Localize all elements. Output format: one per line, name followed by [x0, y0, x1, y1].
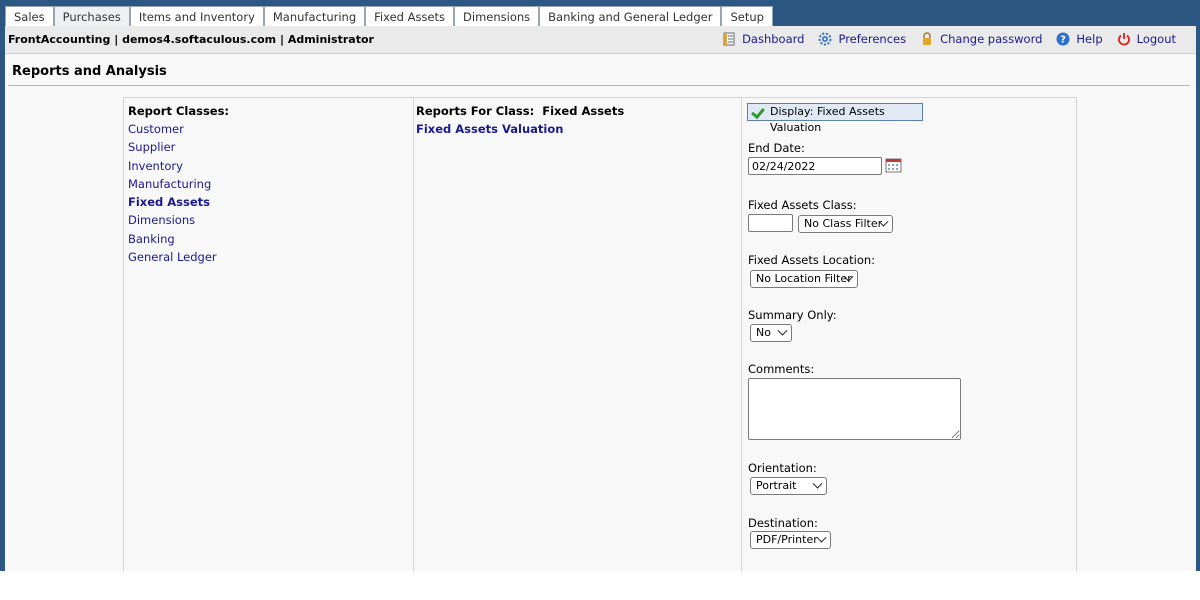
- svg-text:?: ?: [1061, 35, 1067, 46]
- dashboard-icon: [723, 32, 735, 46]
- help-label: Help: [1076, 32, 1103, 46]
- end-date-label: End Date:: [748, 141, 805, 155]
- company-info: FrontAccounting | demos4.softaculous.com…: [8, 33, 374, 46]
- class-banking[interactable]: Banking: [128, 230, 217, 248]
- report-classes-heading: Report Classes:: [128, 104, 230, 118]
- tab-items-and-inventory[interactable]: Items and Inventory: [129, 6, 264, 26]
- class-dimensions[interactable]: Dimensions: [128, 211, 217, 229]
- preferences-label: Preferences: [838, 32, 907, 46]
- dashboard-link[interactable]: Dashboard: [722, 32, 804, 46]
- logout-link[interactable]: Logout: [1117, 32, 1176, 46]
- class-manufacturing[interactable]: Manufacturing: [128, 175, 217, 193]
- main-tabs: Sales Purchases Items and Inventory Manu…: [5, 6, 773, 26]
- tab-fixed-assets[interactable]: Fixed Assets: [365, 6, 455, 26]
- location-filter-value: No Location Filter: [756, 272, 852, 285]
- help-icon: ?: [1056, 32, 1070, 46]
- location-filter-select[interactable]: No Location Filter: [750, 270, 858, 288]
- dashboard-label: Dashboard: [742, 32, 805, 46]
- orientation-value: Portrait: [756, 479, 797, 492]
- orientation-label: Orientation:: [748, 461, 817, 475]
- end-date-input[interactable]: 02/24/2022: [748, 157, 882, 175]
- summary-only-select[interactable]: No: [750, 324, 792, 342]
- comments-label: Comments:: [748, 362, 815, 376]
- comments-textarea[interactable]: [748, 378, 961, 440]
- summary-only-label: Summary Only:: [748, 308, 837, 322]
- tab-setup[interactable]: Setup: [721, 6, 773, 26]
- destination-value: PDF/Printer: [756, 533, 818, 546]
- class-fixed-assets[interactable]: Fixed Assets: [128, 193, 217, 211]
- reports-heading: Reports For Class: Fixed Assets: [416, 104, 625, 118]
- class-supplier[interactable]: Supplier: [128, 138, 217, 156]
- chevron-down-icon: [812, 478, 823, 489]
- destination-select[interactable]: PDF/Printer: [750, 531, 831, 549]
- calendar-icon[interactable]: [885, 157, 902, 173]
- change-password-link[interactable]: Change password: [920, 32, 1042, 46]
- title-divider: [8, 85, 1190, 86]
- reports-for-class-panel: Reports For Class: Fixed Assets Fixed As…: [413, 97, 741, 571]
- power-icon: [1117, 33, 1130, 46]
- header-bar: FrontAccounting | demos4.softaculous.com…: [5, 26, 1196, 54]
- preferences-link[interactable]: Preferences: [818, 32, 906, 46]
- class-filter-select[interactable]: No Class Filter: [798, 215, 893, 233]
- class-general-ledger[interactable]: General Ledger: [128, 248, 217, 266]
- fixed-assets-class-input[interactable]: [748, 214, 793, 232]
- chevron-down-icon: [777, 325, 788, 336]
- gear-icon: [818, 32, 832, 46]
- help-link[interactable]: ? Help: [1056, 32, 1103, 46]
- top-links: Dashboard Preferences Change password ? …: [708, 32, 1176, 46]
- change-password-label: Change password: [940, 32, 1043, 46]
- fixed-assets-location-label: Fixed Assets Location:: [748, 253, 876, 267]
- report-fixed-assets-valuation[interactable]: Fixed Assets Valuation: [416, 122, 563, 136]
- check-icon: [751, 104, 765, 120]
- page-title: Reports and Analysis: [12, 64, 167, 79]
- fixed-assets-class-label: Fixed Assets Class:: [748, 198, 857, 212]
- destination-label: Destination:: [748, 516, 818, 530]
- chevron-down-icon: [816, 532, 827, 543]
- tab-manufacturing[interactable]: Manufacturing: [263, 6, 366, 26]
- report-classes-panel: Report Classes: Customer Supplier Invent…: [123, 97, 413, 571]
- class-customer[interactable]: Customer: [128, 120, 217, 138]
- logout-label: Logout: [1136, 32, 1176, 46]
- class-inventory[interactable]: Inventory: [128, 157, 217, 175]
- summary-only-value: No: [756, 326, 771, 339]
- tab-sales[interactable]: Sales: [5, 6, 54, 26]
- tab-dimensions[interactable]: Dimensions: [454, 6, 540, 26]
- display-report-button[interactable]: Display: Fixed Assets Valuation: [747, 103, 923, 134]
- tab-banking-general-ledger[interactable]: Banking and General Ledger: [539, 6, 722, 26]
- report-classes-list: Customer Supplier Inventory Manufacturin…: [128, 120, 217, 266]
- class-filter-value: No Class Filter: [804, 217, 883, 230]
- tab-purchases[interactable]: Purchases: [53, 6, 130, 26]
- orientation-select[interactable]: Portrait: [750, 477, 827, 495]
- lock-icon: [923, 32, 932, 45]
